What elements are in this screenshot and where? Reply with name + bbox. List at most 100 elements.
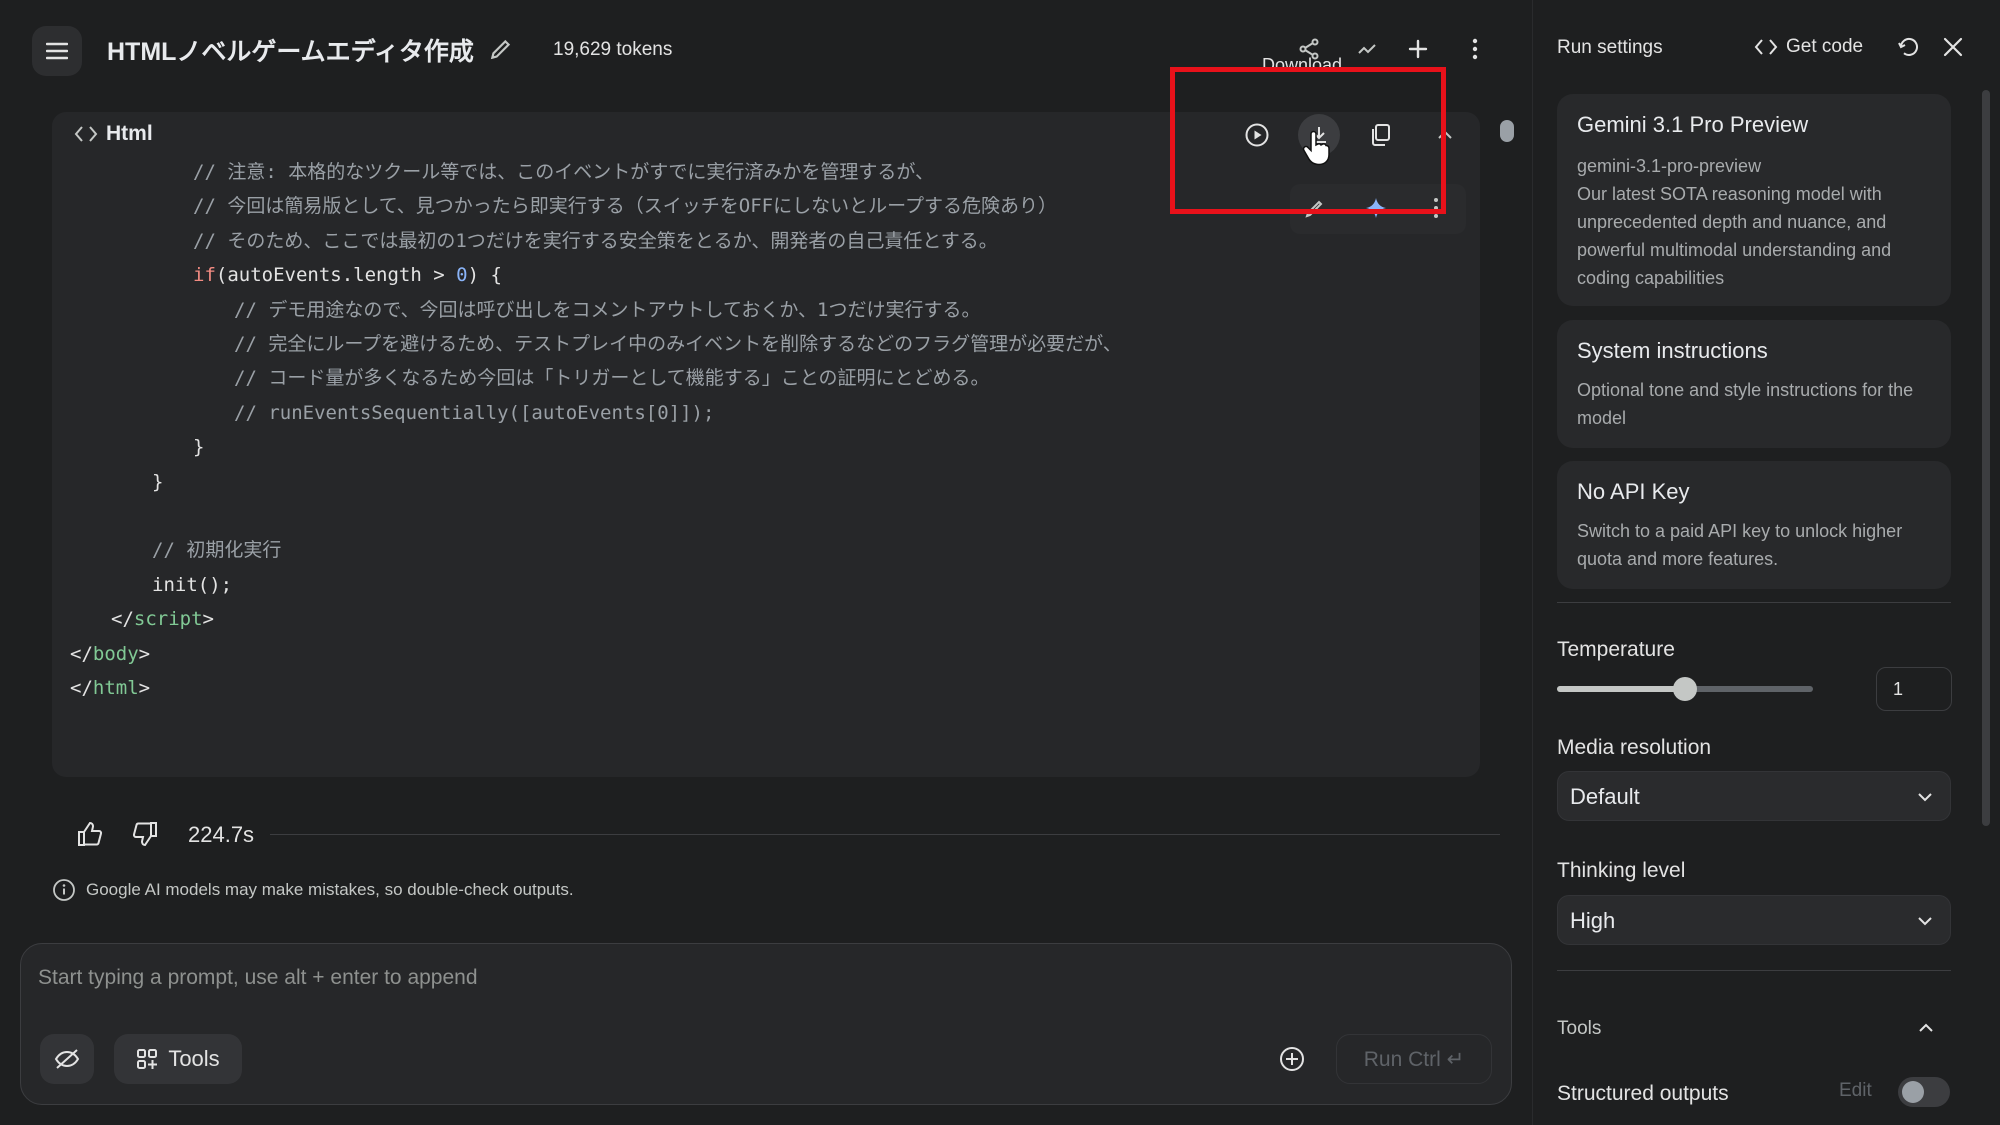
code-token: // コード量が多くなるため今回は「トリガーとして機能する」ことの証明にとどめる… (234, 367, 990, 390)
menu-icon (46, 42, 68, 60)
structured-outputs-edit[interactable]: Edit (1839, 1080, 1872, 1102)
divider (270, 834, 1500, 835)
code-token: > (202, 608, 214, 631)
hide-button[interactable] (40, 1034, 94, 1084)
edit-title-icon[interactable] (488, 36, 514, 62)
code-token: </ (70, 677, 93, 699)
model-id: gemini-3.1-pro-preview (1577, 156, 1762, 176)
token-count: 19,629 tokens (553, 39, 673, 60)
panel-scrollbar[interactable] (1982, 90, 1990, 826)
reset-settings-icon[interactable] (1896, 34, 1922, 65)
info-icon (53, 879, 75, 901)
tools-button[interactable]: Tools (114, 1034, 242, 1084)
code-icon (74, 126, 98, 142)
toggle-knob (1902, 1081, 1924, 1103)
code-token: // そのため、ここでは最初の1つだけを実行する安全策をとるか、開発者の自己責任… (193, 229, 998, 252)
media-resolution-label: Media resolution (1557, 736, 1712, 759)
main-area: HTMLノベルゲームエディタ作成 19,629 tokens Html // 注… (0, 0, 1532, 1125)
close-icon[interactable] (1942, 36, 1964, 63)
code-line: // 今回は簡易版として、見つかったら即実行する（スイッチをOFFにしないとルー… (193, 189, 1057, 223)
new-chat-icon[interactable] (1403, 34, 1433, 64)
code-token: // 注意: 本格的なツクール等では、このイベントがすでに実行済みかを管理するが… (193, 161, 935, 183)
model-name: Gemini 3.1 Pro Preview (1577, 112, 1809, 137)
tools-section-label: Tools (1557, 1018, 1602, 1039)
code-line: </html> (70, 671, 150, 705)
run-button[interactable]: Run Ctrl ↵ (1336, 1034, 1492, 1084)
code-language-label: Html (106, 122, 153, 145)
chevron-up-icon[interactable] (1916, 1018, 1936, 1043)
more-options-icon[interactable] (1460, 34, 1490, 64)
code-token: </ (70, 642, 93, 665)
code-token: (autoEvents.length > (215, 264, 457, 287)
code-token: } (152, 470, 164, 493)
temperature-slider-thumb[interactable] (1673, 677, 1697, 701)
code-token: } (193, 436, 205, 459)
code-line: // そのため、ここでは最初の1つだけを実行する安全策をとるか、開発者の自己責任… (193, 224, 998, 258)
code-line: init(); (152, 568, 232, 602)
menu-button[interactable] (32, 26, 82, 76)
code-line: } (193, 430, 204, 464)
chevron-down-icon (1918, 917, 1932, 926)
code-line: </script> (111, 602, 214, 636)
code-line: } (152, 465, 163, 499)
code-scrollbar[interactable] (1500, 120, 1514, 142)
code-token: // 完全にループを避けるため、テストプレイ中のみイベントを削除するなどのフラグ… (234, 333, 1122, 355)
code-token: > (138, 677, 151, 699)
code-line: // コード量が多くなるため今回は「トリガーとして機能する」ことの証明にとどめる… (234, 361, 990, 395)
thinking-level-select[interactable]: High (1557, 895, 1951, 945)
api-key-text: Switch to a paid API key to unlock highe… (1577, 521, 1903, 569)
disclaimer-text: Google AI models may make mistakes, so d… (86, 880, 574, 899)
temperature-label: Temperature (1557, 638, 1675, 661)
code-icon (1754, 39, 1778, 55)
media-resolution-value: Default (1570, 784, 1640, 809)
code-token: // 初期化実行 (152, 539, 282, 562)
temperature-input[interactable]: 1 (1876, 667, 1952, 711)
code-token: // 今回は簡易版として、見つかったら即実行する（スイッチをOFFにしないとルー… (193, 195, 1057, 218)
code-token: init(); (152, 573, 233, 596)
thumbs-down-icon[interactable] (131, 820, 159, 853)
code-token: if (193, 264, 216, 287)
code-token: // デモ用途なので、今回は呼び出しをコメントアウトしておくか、1つだけ実行する… (234, 298, 981, 321)
thinking-level-label: Thinking level (1557, 859, 1686, 882)
media-resolution-select[interactable]: Default (1557, 771, 1951, 821)
thumbs-up-icon[interactable] (76, 820, 104, 853)
code-line: </body> (70, 637, 150, 671)
tools-grid-icon (137, 1049, 158, 1069)
page-title: HTMLノベルゲームエディタ作成 (107, 38, 474, 66)
api-key-card[interactable]: No API Key Switch to a paid API key to u… (1557, 461, 1951, 589)
structured-outputs-toggle[interactable] (1898, 1077, 1950, 1107)
code-line: if(autoEvents.length > 0) { (193, 258, 502, 292)
system-instructions-title: System instructions (1577, 338, 1768, 363)
code-token: html (92, 677, 139, 699)
system-instructions-text: Optional tone and style instructions for… (1577, 380, 1914, 428)
code-line: // デモ用途なので、今回は呼び出しをコメントアウトしておくか、1つだけ実行する… (234, 293, 980, 327)
hand-cursor-icon (1302, 130, 1330, 166)
code-token: > (138, 642, 151, 665)
tools-label: Tools (168, 1046, 220, 1071)
system-instructions-card[interactable]: System instructions Optional tone and st… (1557, 320, 1951, 448)
response-duration: 224.7s (188, 822, 255, 847)
api-key-title: No API Key (1577, 479, 1690, 504)
code-line: // 注意: 本格的なツクール等では、このイベントがすでに実行済みかを管理するが… (193, 155, 934, 189)
thinking-level-value: High (1570, 908, 1616, 933)
get-code-button[interactable]: Get code (1754, 36, 1863, 58)
code-token: </ (111, 608, 134, 631)
code-token: // runEventsSequentially([autoEvents[0]]… (234, 401, 715, 424)
panel-divider (1557, 970, 1951, 971)
disclaimer: Google AI models may make mistakes, so d… (52, 878, 574, 902)
code-token: body (92, 642, 139, 665)
compare-icon[interactable] (1352, 34, 1382, 64)
model-selector-card[interactable]: Gemini 3.1 Pro Preview gemini-3.1-pro-pr… (1557, 94, 1951, 306)
code-line: // 完全にループを避けるため、テストプレイ中のみイベントを削除するなどのフラグ… (234, 327, 1122, 361)
prompt-input[interactable] (38, 963, 1238, 993)
chevron-down-icon (1918, 793, 1932, 802)
code-token: script (133, 608, 203, 631)
get-code-label: Get code (1786, 36, 1864, 57)
code-line: // runEventsSequentially([autoEvents[0]]… (234, 396, 714, 430)
model-description: Our latest SOTA reasoning model with unp… (1577, 184, 1892, 288)
code-token: ) { (467, 264, 502, 287)
add-media-icon[interactable] (1278, 1045, 1306, 1078)
code-line: // 初期化実行 (152, 533, 281, 567)
panel-divider (1557, 602, 1951, 603)
structured-outputs-label: Structured outputs (1557, 1082, 1729, 1105)
